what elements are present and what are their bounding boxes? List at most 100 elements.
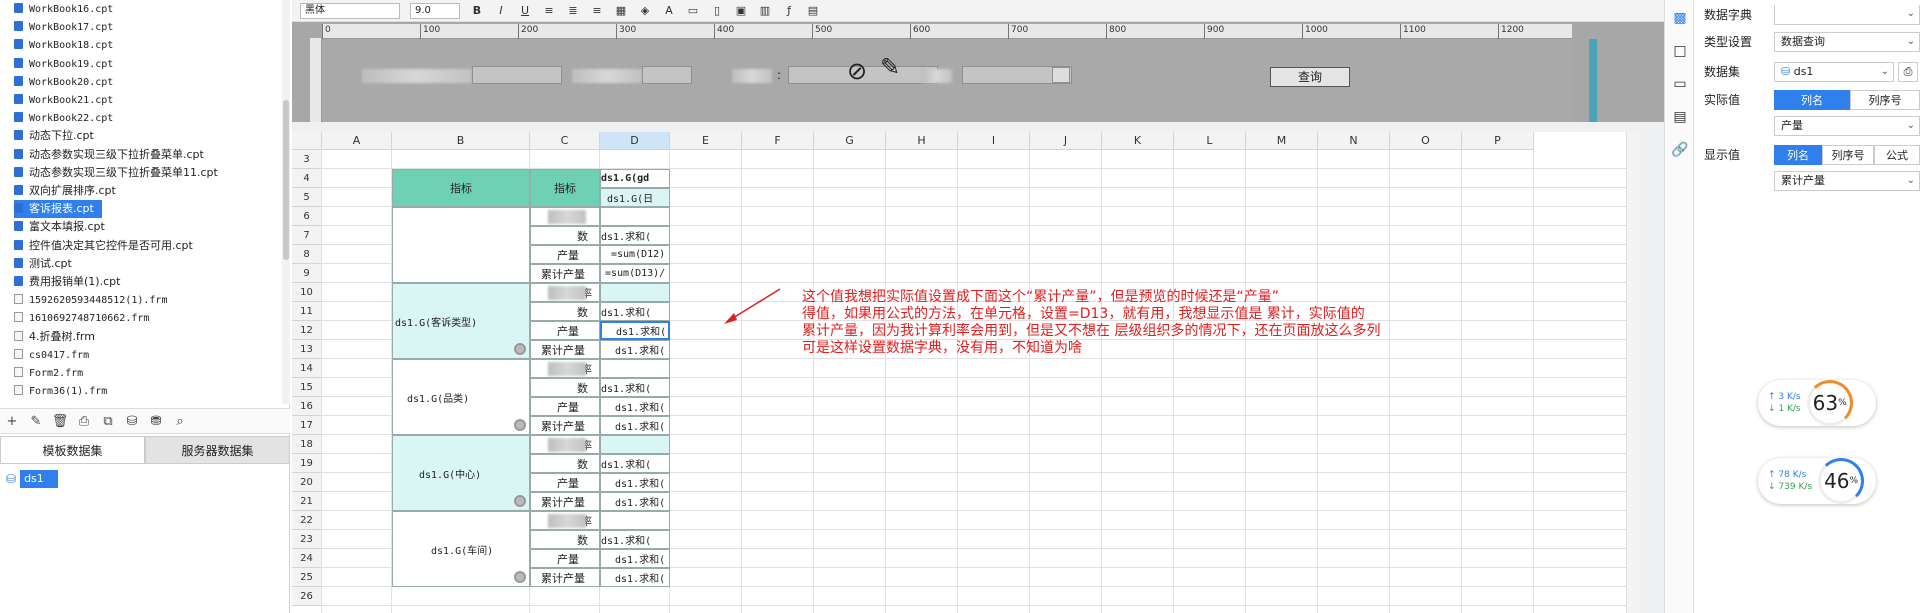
report-cell[interactable]: ds1.G(品类) bbox=[392, 359, 530, 435]
font-family-select[interactable]: 黑体 bbox=[300, 2, 400, 19]
parameter-canvas[interactable]: : ⊘ ✎ 查询 bbox=[322, 39, 1572, 122]
report-cell[interactable]: ds1.求和( bbox=[600, 416, 670, 435]
file-item[interactable]: Form2.frm bbox=[14, 364, 83, 382]
tab-server-dataset[interactable]: 服务器数据集 bbox=[145, 436, 290, 464]
row-header[interactable]: 4 bbox=[292, 169, 322, 188]
image-icon[interactable]: ▣ bbox=[734, 4, 748, 18]
file-item[interactable]: 1592620593448512(1).frm bbox=[14, 291, 167, 309]
row-header[interactable]: 25 bbox=[292, 568, 322, 587]
widget-icon[interactable]: ▤ bbox=[806, 4, 820, 18]
report-cell[interactable]: 累计产量 bbox=[530, 416, 600, 435]
row-header[interactable]: 18 bbox=[292, 435, 322, 454]
report-cell[interactable]: 累计产量 bbox=[530, 264, 600, 283]
report-cell[interactable]: ds1.G(日 bbox=[600, 188, 670, 207]
file-item[interactable]: 双向扩展排序.cpt bbox=[14, 182, 116, 200]
row-header[interactable]: 6 bbox=[292, 207, 322, 226]
column-header[interactable]: G bbox=[814, 132, 886, 150]
row-header[interactable]: 24 bbox=[292, 549, 322, 568]
file-item[interactable]: Form36(1).frm bbox=[14, 382, 107, 400]
column-header[interactable]: F bbox=[742, 132, 814, 150]
param-input[interactable] bbox=[472, 66, 562, 84]
column-header[interactable]: I bbox=[958, 132, 1030, 150]
report-cell[interactable]: ds1.求和( bbox=[600, 397, 670, 416]
actual-mode-column-name[interactable]: 列名 bbox=[1774, 90, 1850, 110]
report-cell[interactable]: 累计产量 bbox=[530, 492, 600, 511]
italic-icon[interactable]: I bbox=[494, 4, 508, 18]
report-cell[interactable]: 产量 bbox=[530, 321, 600, 340]
report-cell[interactable]: ds1.求和( bbox=[600, 473, 670, 492]
file-item[interactable]: cs0417.frm bbox=[14, 346, 89, 364]
report-cell[interactable]: ds1.求和( bbox=[600, 492, 670, 511]
underline-icon[interactable]: U bbox=[518, 4, 532, 18]
report-cell[interactable]: ds1.G(客诉类型) bbox=[392, 283, 530, 359]
preview-icon[interactable]: ⎙ bbox=[76, 413, 92, 429]
report-cell[interactable]: =sum(D12) bbox=[600, 245, 670, 264]
row-header[interactable]: 26 bbox=[292, 587, 322, 606]
row-header[interactable]: 8 bbox=[292, 245, 322, 264]
file-item[interactable]: WorkBook19.cpt bbox=[14, 55, 113, 73]
search-icon[interactable]: ⌕ bbox=[172, 413, 188, 429]
row-header[interactable]: 20 bbox=[292, 473, 322, 492]
report-cell[interactable] bbox=[600, 283, 670, 302]
file-item[interactable]: WorkBook17.cpt bbox=[14, 18, 113, 36]
report-cell[interactable]: 累计产量 bbox=[530, 568, 600, 587]
column-header[interactable]: J bbox=[1030, 132, 1102, 150]
column-header[interactable]: C bbox=[530, 132, 600, 150]
report-cell[interactable]: 产量 bbox=[530, 549, 600, 568]
report-cell[interactable]: ds1.求和( bbox=[600, 378, 670, 397]
merge-icon[interactable]: ▭ bbox=[686, 4, 700, 18]
type-select[interactable]: 数据查询 ⌄ bbox=[1774, 32, 1920, 52]
file-item[interactable]: WorkBook22.cpt bbox=[14, 109, 113, 127]
delete-icon[interactable]: 🗑 bbox=[52, 413, 69, 429]
widget-settings-icon[interactable]: ▤ bbox=[1672, 109, 1688, 125]
database-icon[interactable]: ⛁ bbox=[124, 413, 140, 429]
column-header[interactable]: A bbox=[322, 132, 392, 150]
file-item[interactable]: 动态参数实现三级下拉折叠菜单11.cpt bbox=[14, 164, 218, 182]
copy-icon[interactable]: ⧉ bbox=[100, 413, 116, 429]
font-size-select[interactable]: 9.0 bbox=[410, 2, 460, 19]
row-header[interactable]: 19 bbox=[292, 454, 322, 473]
report-cell[interactable]: ds1.求和( bbox=[600, 549, 670, 568]
grid-corner[interactable] bbox=[292, 132, 322, 150]
align-left-icon[interactable]: ≡ bbox=[542, 4, 556, 18]
dict-select[interactable]: ⌄ bbox=[1774, 5, 1920, 25]
report-cell[interactable] bbox=[600, 207, 670, 226]
report-cell[interactable]: 数 bbox=[530, 530, 600, 549]
report-cell[interactable]: 产量 bbox=[530, 473, 600, 492]
report-cell[interactable]: ds1.求和( bbox=[600, 568, 670, 587]
calendar-icon[interactable] bbox=[1052, 67, 1070, 83]
report-cell[interactable] bbox=[600, 359, 670, 378]
display-mode-column-name[interactable]: 列名 bbox=[1774, 145, 1822, 165]
file-item[interactable]: 费用报销单(1).cpt bbox=[14, 273, 120, 291]
dataset-select[interactable]: ⛁ ds1 ⌄ bbox=[1774, 62, 1894, 82]
row-header[interactable]: 16 bbox=[292, 397, 322, 416]
actual-value-select[interactable]: 产量 ⌄ bbox=[1774, 116, 1920, 136]
report-cell[interactable]: ds1.G(车间) bbox=[392, 511, 530, 587]
formula-icon[interactable]: ƒ bbox=[782, 4, 796, 18]
file-item[interactable]: WorkBook16.cpt bbox=[14, 0, 113, 18]
column-header[interactable]: D bbox=[600, 132, 670, 150]
report-cell[interactable]: 产量 bbox=[530, 397, 600, 416]
file-item[interactable]: 1610692748710662.frm bbox=[14, 309, 149, 327]
file-item[interactable]: 测试.cpt bbox=[14, 255, 72, 273]
report-cell[interactable]: 指标 bbox=[392, 169, 530, 207]
report-cell[interactable]: 数 bbox=[530, 226, 600, 245]
file-item[interactable]: 动态下拉.cpt bbox=[14, 127, 94, 145]
report-cell[interactable]: ds1.求和( bbox=[600, 530, 670, 549]
report-cell[interactable]: 累计产量 bbox=[530, 340, 600, 359]
file-item[interactable]: 客诉报表.cpt bbox=[14, 200, 102, 219]
display-mode-column-index[interactable]: 列序号 bbox=[1822, 145, 1874, 165]
report-cell[interactable]: ds1.求和( bbox=[600, 454, 670, 473]
report-cell[interactable]: ds1.求和( bbox=[600, 226, 670, 245]
row-header[interactable]: 7 bbox=[292, 226, 322, 245]
row-header[interactable]: 5 bbox=[292, 188, 322, 207]
cell-attribute-icon[interactable]: ▩ bbox=[1672, 10, 1688, 26]
row-header[interactable]: 21 bbox=[292, 492, 322, 511]
report-cell[interactable]: 指标 bbox=[530, 169, 600, 207]
report-cell[interactable] bbox=[600, 511, 670, 530]
row-header[interactable]: 14 bbox=[292, 359, 322, 378]
row-header[interactable]: 9 bbox=[292, 264, 322, 283]
row-header[interactable]: 23 bbox=[292, 530, 322, 549]
column-header[interactable]: H bbox=[886, 132, 958, 150]
report-grid[interactable]: A B C D E F G H I J K L M N O P 3 4 5 6 7 8 9 10 11 12 13 14 15 16 17 1… bbox=[292, 132, 1626, 613]
